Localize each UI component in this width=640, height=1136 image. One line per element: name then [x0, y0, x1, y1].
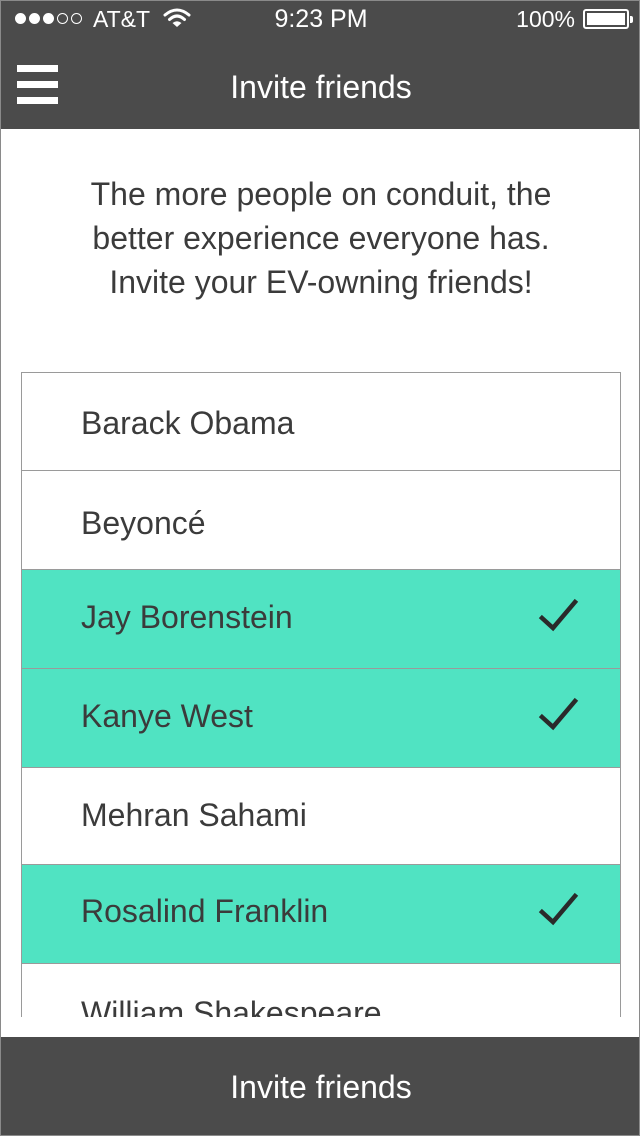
friend-row[interactable]: Beyoncé: [22, 471, 620, 570]
friend-name: Beyoncé: [81, 505, 206, 541]
checkmark-icon: [537, 890, 581, 930]
checkmark-icon: [537, 695, 581, 735]
battery-level-fill: [587, 13, 625, 25]
friend-row[interactable]: Kanye West: [22, 669, 620, 768]
hamburger-menu-icon[interactable]: [17, 65, 59, 105]
top-bar: AT&T 9:23 PM 100% Invite friends: [1, 1, 639, 129]
friend-row[interactable]: William Shakespeare: [22, 964, 620, 1017]
intro-line: The more people on conduit, the: [90, 176, 552, 212]
app-screen: AT&T 9:23 PM 100% Invite friends The mor…: [0, 0, 640, 1136]
friend-name: Rosalind Franklin: [81, 893, 329, 929]
menu-bar-middle: [17, 81, 58, 88]
friend-row[interactable]: Rosalind Franklin: [22, 865, 620, 964]
invite-friends-button[interactable]: Invite friends: [1, 1037, 639, 1135]
intro-line: better experience everyone has.: [92, 220, 550, 256]
checkmark-icon: [537, 596, 581, 636]
battery-icon: [583, 9, 633, 29]
friend-row[interactable]: Jay Borenstein: [22, 570, 620, 669]
battery-terminal: [630, 16, 633, 23]
friend-list[interactable]: Barack Obama Beyoncé Jay Borenstein Kanye W…: [21, 372, 621, 1017]
intro-text: The more people on conduit, the better e…: [41, 172, 601, 304]
battery-percentage: 100%: [516, 6, 575, 32]
friend-name: Mehran Sahami: [81, 797, 307, 833]
menu-bar-bottom: [17, 97, 58, 104]
friend-row[interactable]: Barack Obama: [22, 373, 620, 471]
friend-name: Barack Obama: [81, 405, 295, 441]
page-title: Invite friends: [230, 69, 412, 105]
friend-row[interactable]: Mehran Sahami: [22, 768, 620, 865]
friend-name: Jay Borenstein: [81, 599, 293, 635]
friend-name: Kanye West: [81, 698, 253, 734]
intro-line: Invite your EV-owning friends!: [109, 264, 533, 300]
friend-name: William Shakespeare: [81, 995, 382, 1017]
status-bar: AT&T 9:23 PM 100%: [1, 1, 639, 39]
menu-bar-top: [17, 65, 58, 72]
